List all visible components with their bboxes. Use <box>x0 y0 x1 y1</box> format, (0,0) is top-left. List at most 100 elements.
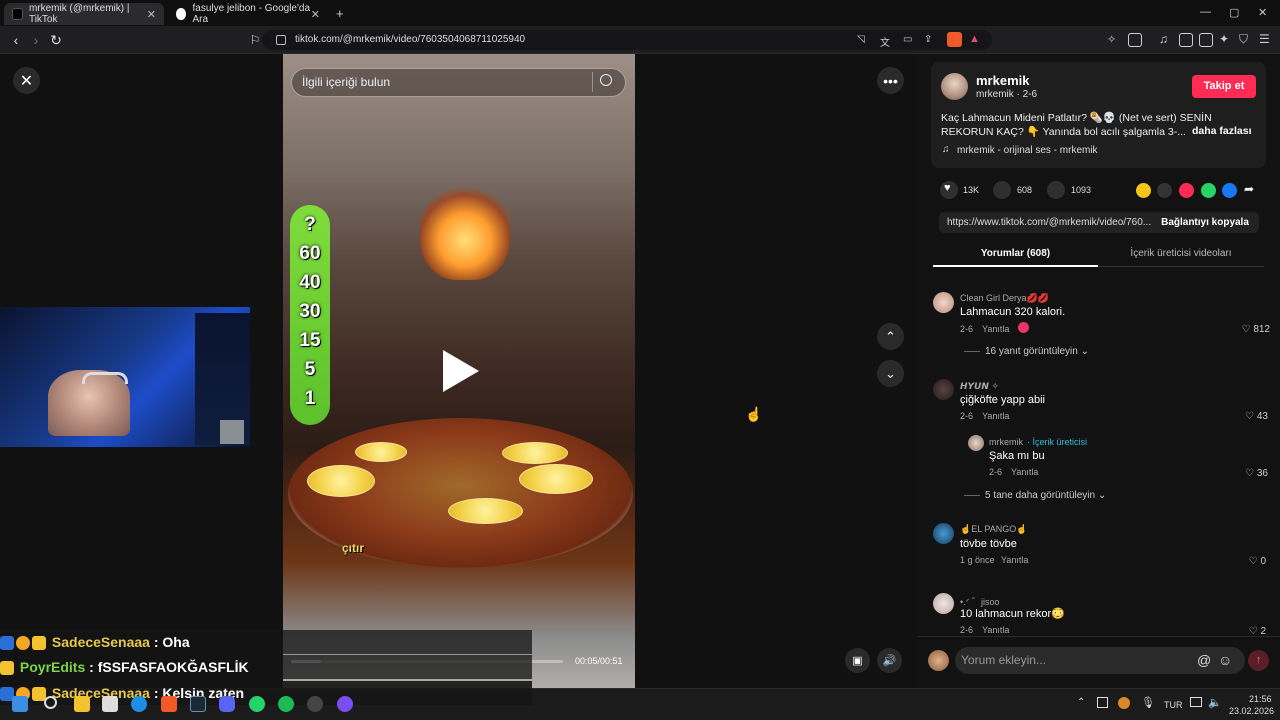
file-explorer-icon[interactable] <box>74 696 90 712</box>
more-options-icon[interactable]: ••• <box>877 67 904 94</box>
comment-like-count[interactable]: ♡ 812 <box>1230 324 1270 335</box>
obs-icon[interactable] <box>307 696 323 712</box>
keyboard-language[interactable]: TUR <box>1164 700 1183 710</box>
spotify-icon[interactable] <box>278 696 294 712</box>
creator-avatar[interactable] <box>941 73 968 100</box>
tray-expand-icon[interactable]: ⌃ <box>1077 697 1085 708</box>
vpn-icon[interactable]: ⛉ <box>1239 32 1248 47</box>
my-avatar[interactable] <box>928 650 949 671</box>
reload-icon[interactable]: ↻ <box>48 32 64 48</box>
facebook-icon[interactable] <box>1222 183 1237 198</box>
menu-icon[interactable]: ☰ <box>1259 32 1270 46</box>
close-video-button[interactable]: ✕ <box>13 67 40 94</box>
microphone-icon[interactable]: 🎙 <box>1141 696 1155 709</box>
reply-button[interactable]: Yanıtla <box>982 411 1009 421</box>
whatsapp-taskbar-icon[interactable] <box>249 696 265 712</box>
tab-google[interactable]: fasulye jelibon - Google'da Ara ✕ <box>168 3 328 25</box>
tiktok-favicon-icon <box>12 8 23 20</box>
close-tab-icon[interactable]: ✕ <box>147 8 156 21</box>
new-tab-button[interactable]: + <box>336 6 344 21</box>
forward-icon[interactable]: › <box>28 32 44 48</box>
edge-icon[interactable] <box>131 696 147 712</box>
reply-button[interactable]: Yanıtla <box>1001 555 1028 565</box>
bookmark-icon[interactable]: ⚐ <box>247 32 263 48</box>
network-icon[interactable] <box>1190 697 1202 707</box>
wallet-icon[interactable] <box>1199 33 1213 47</box>
creator-username[interactable]: mrkemik <box>976 73 1029 88</box>
send-to-friends-icon[interactable] <box>1179 183 1194 198</box>
maximize-button[interactable]: ▢ <box>1229 6 1239 19</box>
follow-button[interactable]: Takip et <box>1192 75 1256 98</box>
windows-start-icon[interactable] <box>12 696 28 712</box>
play-icon[interactable] <box>443 350 479 392</box>
comment-like-count[interactable]: ♡ 0 <box>1230 556 1266 567</box>
reader-icon[interactable]: ◹ <box>857 34 865 45</box>
share-arrow-icon[interactable]: ➦ <box>1244 182 1254 196</box>
speaker-icon[interactable]: 🔈 <box>1208 696 1222 709</box>
clock-date[interactable]: 23.02.2026 <box>1229 706 1274 716</box>
store-icon[interactable] <box>102 696 118 712</box>
clock-time[interactable]: 21:56 <box>1249 694 1272 704</box>
copy-link-button[interactable]: Bağlantıyı kopyala <box>1151 212 1259 233</box>
rewards-icon[interactable]: ▲ <box>969 33 980 45</box>
site-info-icon[interactable] <box>276 35 286 45</box>
brave-icon[interactable] <box>161 696 177 712</box>
countdown-label: 5 <box>304 359 316 380</box>
discord-icon[interactable] <box>219 696 235 712</box>
commenter-avatar[interactable] <box>933 523 954 544</box>
view-replies-button[interactable]: 16 yanıt görüntüleyin ⌄ <box>985 346 1089 357</box>
sidebar-icon[interactable] <box>1179 33 1193 47</box>
creator-reply-avatar[interactable] <box>968 435 984 451</box>
tray-app-icon[interactable] <box>1097 697 1108 708</box>
more-link[interactable]: daha fazlası <box>1192 125 1252 137</box>
tab-comments[interactable]: Yorumlar (608) <box>933 243 1098 267</box>
reply-button[interactable]: Yanıtla <box>982 625 1009 635</box>
commenter-name[interactable]: 𝙃𝙔𝙐𝙉 ✧ <box>960 381 999 392</box>
share-page-icon[interactable]: ⇪ <box>924 34 932 45</box>
emoji-icon[interactable]: ☺ <box>1218 652 1232 668</box>
bookmark-save-icon[interactable] <box>1047 181 1065 199</box>
commenter-name[interactable]: ☝️EL PANGO☝️ <box>960 524 1027 535</box>
commenter-name[interactable]: Clean Girl Derya💋💋 <box>960 293 1049 304</box>
gift-icon[interactable] <box>1136 183 1151 198</box>
comment-like-count[interactable]: ♡ 43 <box>1230 411 1268 422</box>
commenter-avatar[interactable] <box>933 292 954 313</box>
close-window-button[interactable]: ✕ <box>1258 6 1267 19</box>
minimize-button[interactable]: — <box>1200 6 1211 18</box>
brave-shield-icon[interactable] <box>947 32 962 47</box>
search-icon[interactable] <box>600 74 612 86</box>
volume-icon[interactable]: 🔊 <box>877 648 902 673</box>
whatsapp-icon[interactable] <box>1201 183 1216 198</box>
view-more-replies-button[interactable]: 5 tane daha görüntüleyin ⌄ <box>985 490 1106 501</box>
tray-weather-icon[interactable] <box>1118 697 1130 709</box>
commenter-avatar[interactable] <box>933 379 954 400</box>
tab-creator-videos[interactable]: İçerik üreticisi videoları <box>1098 243 1264 267</box>
screenshot-icon[interactable] <box>1128 33 1142 47</box>
commenter-avatar[interactable] <box>933 593 954 614</box>
related-search-input[interactable]: İlgili içeriği bulun <box>291 68 626 97</box>
tab-tiktok[interactable]: mrkemik (@mrkemik) | TikTok ✕ <box>4 3 164 25</box>
close-tab-icon[interactable]: ✕ <box>311 8 320 21</box>
embed-icon[interactable] <box>1157 183 1172 198</box>
steam-icon[interactable] <box>190 696 206 712</box>
leo-ai-icon[interactable]: ✦ <box>1219 32 1229 46</box>
reply-author-name[interactable]: mrkemik <box>989 437 1023 447</box>
comment-like-count[interactable]: ♡ 36 <box>1230 468 1268 479</box>
translate-icon[interactable]: 文 <box>880 34 890 49</box>
mention-icon[interactable]: @ <box>1197 652 1211 668</box>
save-count: 1093 <box>1071 185 1092 195</box>
mini-player-icon[interactable]: ▣ <box>845 648 870 673</box>
next-video-button[interactable]: ⌄ <box>877 360 904 387</box>
app-icon[interactable] <box>337 696 353 712</box>
reply-button[interactable]: Yanıtla <box>1011 467 1038 477</box>
extensions-icon[interactable]: ✧ <box>1107 33 1116 46</box>
media-icon[interactable]: ♫ <box>1159 32 1168 46</box>
taskbar-search-icon[interactable] <box>44 696 57 709</box>
back-icon[interactable]: ‹ <box>8 32 24 48</box>
previous-video-button[interactable]: ⌃ <box>877 323 904 350</box>
comment-icon[interactable] <box>993 181 1011 199</box>
send-comment-button[interactable]: ↑ <box>1248 650 1269 671</box>
cast-icon[interactable]: ▭ <box>903 34 912 45</box>
sound-name[interactable]: mrkemik - orijinal ses - mrkemik <box>957 145 1098 156</box>
reply-button[interactable]: Yanıtla <box>982 324 1009 334</box>
